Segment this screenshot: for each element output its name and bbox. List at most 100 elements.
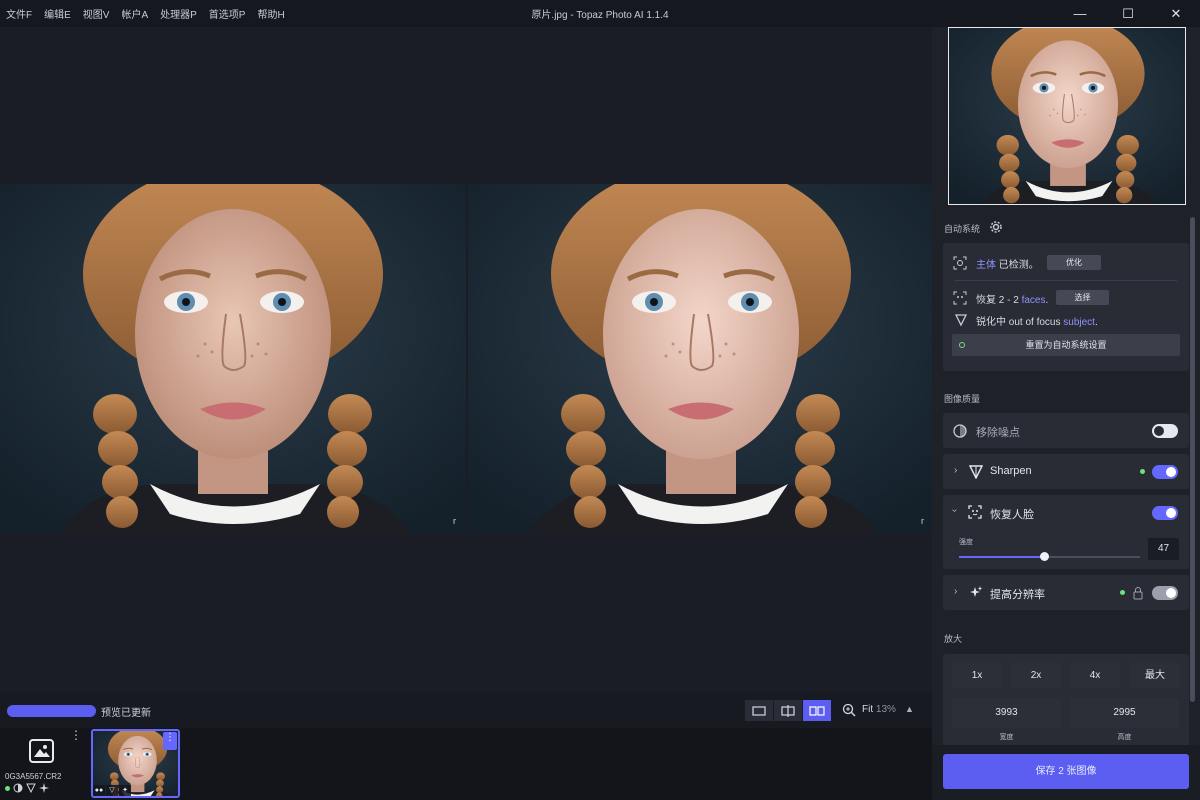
reset-autopilot-button[interactable]: 重置为自动系统设置 bbox=[952, 334, 1180, 356]
strength-value[interactable]: 47 bbox=[1148, 538, 1179, 560]
file-more-icon[interactable]: ⋮ bbox=[70, 729, 82, 742]
scale-2x-button[interactable]: 2x bbox=[1011, 663, 1061, 688]
face-icon: ●● bbox=[93, 785, 105, 796]
menu-preferences[interactable]: 首选项P bbox=[209, 6, 246, 21]
lock-icon[interactable] bbox=[1131, 586, 1145, 600]
view-mode-group bbox=[745, 700, 832, 721]
view-side-by-side-button[interactable] bbox=[803, 700, 831, 721]
close-button[interactable]: ✕ bbox=[1153, 0, 1199, 27]
single-view-icon bbox=[752, 705, 766, 716]
original-corner-mark: r bbox=[453, 516, 456, 526]
file-name: 0G3A5567.CR2 bbox=[5, 772, 62, 781]
upscale-icon bbox=[970, 586, 983, 597]
split-view-icon bbox=[781, 704, 795, 717]
save-images-button[interactable]: 保存 2 张图像 bbox=[943, 754, 1189, 789]
original-preview[interactable]: r bbox=[0, 184, 466, 534]
collapse-filmstrip-icon[interactable]: ▲ bbox=[905, 704, 914, 714]
zoom-percent: 13% bbox=[875, 704, 896, 715]
file-status-icons bbox=[5, 783, 49, 793]
scale-1x-button[interactable]: 1x bbox=[952, 663, 1002, 688]
enhanced-corner-mark: r bbox=[921, 516, 924, 526]
right-panel: 自动系统 主体 已检测。 优化 恢复 2 - 2 faces. 选择 锐化中 o… bbox=[932, 27, 1200, 800]
progress-bar bbox=[7, 705, 96, 717]
menu-processor[interactable]: 处理器P bbox=[160, 6, 197, 21]
enlarge-label: 放大 bbox=[944, 634, 963, 644]
upscale-active-dot bbox=[1120, 590, 1125, 595]
panel-scrollbar[interactable] bbox=[1190, 217, 1195, 702]
minimize-button[interactable]: — bbox=[1057, 0, 1103, 27]
status-dot-icon bbox=[5, 785, 10, 791]
recover-faces-card[interactable]: › 恢复人脸 强度 47 bbox=[943, 495, 1189, 569]
face-recovery-icon bbox=[968, 505, 982, 519]
sharpen-card[interactable]: › Sharpen bbox=[943, 454, 1189, 489]
menu-account[interactable]: 帐户A bbox=[121, 6, 148, 21]
menu-edit[interactable]: 编辑E bbox=[44, 6, 71, 21]
chevron-right-icon[interactable]: › bbox=[954, 465, 957, 476]
navigator-preview[interactable] bbox=[948, 27, 1186, 205]
subject-detect-icon bbox=[953, 256, 967, 270]
enlarge-card: 1x 2x 4x 最大 3993 2995 宽度 高度 bbox=[943, 654, 1189, 745]
subject-link[interactable]: 主体 bbox=[976, 260, 996, 271]
scale-max-button[interactable]: 最大 bbox=[1130, 663, 1180, 688]
upscale-toggle[interactable] bbox=[1152, 586, 1178, 600]
status-bar: 预览已更新 Fit 13% ▲ bbox=[0, 693, 932, 728]
status-text: 预览已更新 bbox=[101, 708, 151, 719]
filmstrip: ⋮ 0G3A5567.CR2 ⋮ ●● ▽ ✦ bbox=[0, 728, 932, 800]
menu-help[interactable]: 帮助H bbox=[257, 6, 284, 21]
width-label: 宽度 bbox=[999, 734, 1014, 741]
recover-faces-toggle[interactable] bbox=[1152, 506, 1178, 520]
strength-label: 强度 bbox=[959, 539, 973, 546]
thumb-status-icons: ●● ▽ ✦ bbox=[93, 785, 131, 796]
add-image-button[interactable] bbox=[29, 739, 54, 763]
chevron-down-icon[interactable]: › bbox=[949, 509, 960, 512]
zoom-icon[interactable] bbox=[842, 703, 856, 717]
reset-status-dot-icon bbox=[959, 342, 965, 348]
denoise-icon bbox=[953, 424, 967, 438]
sharpen-label: Sharpen bbox=[990, 465, 1032, 477]
view-single-button[interactable] bbox=[745, 700, 773, 721]
height-label: 高度 bbox=[1117, 734, 1132, 741]
zoom-readout[interactable]: Fit 13% bbox=[862, 704, 896, 715]
upscale-label: 提高分辨率 bbox=[990, 589, 1045, 601]
sharpen-icon: ▽ bbox=[106, 785, 118, 796]
preview-canvas[interactable]: r r bbox=[0, 27, 932, 693]
enhanced-preview[interactable]: r bbox=[468, 184, 934, 534]
faces-link[interactable]: faces bbox=[1022, 295, 1046, 306]
side-by-side-icon bbox=[809, 705, 825, 716]
chevron-right-icon[interactable]: › bbox=[954, 586, 957, 597]
select-button[interactable]: 选择 bbox=[1056, 290, 1109, 305]
denoise-toggle[interactable] bbox=[1152, 424, 1178, 438]
reset-label: 重置为自动系统设置 bbox=[1025, 340, 1107, 350]
autopilot-label: 自动系统 bbox=[944, 224, 981, 234]
image-thumbnail[interactable]: ⋮ ●● ▽ ✦ bbox=[91, 729, 180, 798]
enhanced-photo bbox=[468, 184, 934, 534]
image-icon bbox=[34, 745, 50, 757]
fit-label: Fit bbox=[862, 704, 874, 715]
face-recovery-icon bbox=[953, 291, 967, 305]
view-split-button[interactable] bbox=[774, 700, 802, 721]
face-recovery-status: 恢复 2 - 2 faces. bbox=[976, 295, 1049, 306]
navigator-photo bbox=[949, 28, 1185, 204]
denoise-card[interactable]: 移除噪点 bbox=[943, 413, 1189, 448]
sharpen-toggle[interactable] bbox=[1152, 465, 1178, 479]
subject-focus-link[interactable]: subject bbox=[1063, 317, 1095, 328]
menu-bar: 文件F 编辑E 视图V 帐户A 处理器P 首选项P 帮助H bbox=[0, 6, 297, 21]
gear-icon[interactable] bbox=[990, 221, 1002, 233]
optimize-button[interactable]: 优化 bbox=[1047, 255, 1101, 270]
menu-file[interactable]: 文件F bbox=[6, 6, 32, 21]
sharpen-icon bbox=[26, 783, 36, 793]
upscale-card[interactable]: › 提高分辨率 bbox=[943, 575, 1189, 610]
width-input[interactable]: 3993 bbox=[952, 698, 1061, 728]
scale-4x-button[interactable]: 4x bbox=[1070, 663, 1120, 688]
height-input[interactable]: 2995 bbox=[1070, 698, 1179, 728]
sharpen-status: 锐化中 out of focus subject. bbox=[976, 317, 1098, 328]
menu-view[interactable]: 视图V bbox=[83, 6, 110, 21]
autopilot-card: 主体 已检测。 优化 恢复 2 - 2 faces. 选择 锐化中 out of… bbox=[943, 243, 1189, 371]
strength-slider-handle[interactable] bbox=[1040, 552, 1049, 561]
strength-slider-fill bbox=[959, 556, 1044, 558]
thumb-more-icon[interactable]: ⋮ bbox=[163, 732, 177, 750]
subject-status: 主体 已检测。 bbox=[976, 260, 1039, 271]
maximize-button[interactable]: ☐ bbox=[1105, 0, 1151, 27]
image-quality-label: 图像质量 bbox=[944, 394, 981, 404]
strength-slider[interactable] bbox=[959, 552, 1140, 561]
